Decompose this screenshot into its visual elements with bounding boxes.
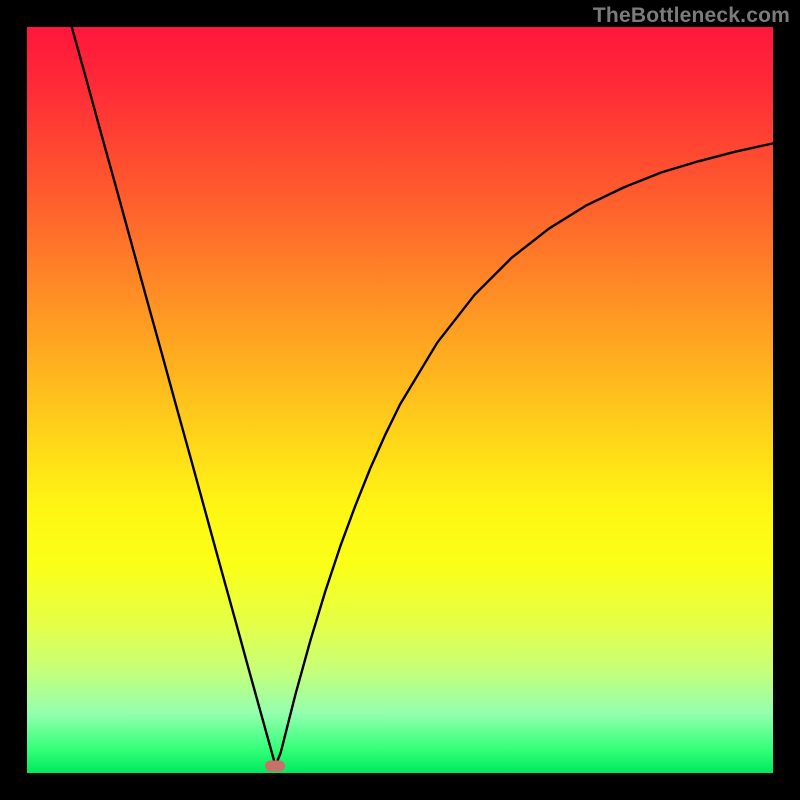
watermark-text: TheBottleneck.com — [593, 4, 790, 28]
chart-frame: TheBottleneck.com — [0, 0, 800, 800]
plot-area — [27, 27, 773, 773]
minimum-marker — [265, 760, 285, 771]
bottleneck-curve-path — [72, 27, 773, 766]
curve-svg — [27, 27, 773, 773]
